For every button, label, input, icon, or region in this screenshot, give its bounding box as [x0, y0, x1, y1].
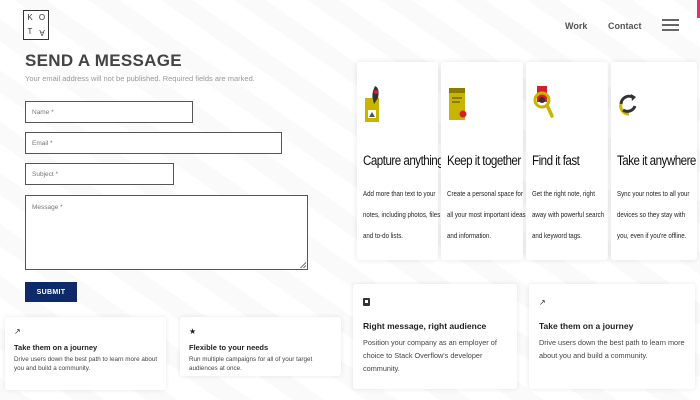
nav-work-link[interactable]: Work [565, 21, 587, 31]
star-icon: ★ [189, 327, 197, 336]
name-placeholder: Name * [32, 109, 54, 116]
card-desc: Position your company as an employer of … [363, 338, 497, 373]
email-input[interactable]: Email * [25, 132, 282, 154]
trending-up-icon: ↗ [539, 298, 546, 307]
form-title: SEND A MESSAGE [25, 51, 182, 70]
feature-desc: Add more than text to your notes, includ… [363, 189, 441, 240]
hamburger-icon[interactable] [662, 19, 679, 32]
form-note: Your email address will not be published… [25, 74, 255, 83]
name-input[interactable]: Name * [25, 101, 193, 123]
info-card-flexible: ★ Flexible to your needs Run multiple ca… [180, 317, 341, 376]
feature-desc: Sync your notes to all your devices so t… [617, 189, 690, 240]
card-title: Right message, right audience [363, 321, 487, 331]
subject-input[interactable]: Subject * [25, 163, 174, 185]
logo-letter: T [27, 27, 33, 36]
card-title: Take them on a journey [14, 343, 98, 352]
chat-square-icon [363, 298, 370, 308]
feature-card-anywhere: Take it anywhere Sync your notes to all … [611, 62, 697, 260]
trending-up-icon: ↗ [14, 327, 21, 336]
card-desc: Drive users down the best path to learn … [14, 356, 158, 372]
info-card-journey-right: ↗ Take them on a journey Drive users dow… [529, 284, 695, 389]
feature-desc: Get the right note, right away with powe… [532, 189, 605, 240]
message-textarea[interactable]: Message * [25, 195, 308, 270]
feature-card-find: Find it fast Get the right note, right a… [526, 62, 608, 260]
email-placeholder: Email * [32, 140, 53, 147]
card-desc: Drive users down the best path to learn … [539, 338, 685, 360]
feature-title: Take it anywhere [617, 153, 696, 168]
search-magnifier-icon [533, 86, 554, 118]
message-placeholder: Message * [32, 204, 63, 211]
feature-title: Keep it together [447, 153, 521, 168]
feature-card-capture: Capture anything Add more than text to y… [357, 62, 444, 260]
sync-icon [619, 94, 637, 116]
elephant-note-icon [365, 86, 379, 122]
card-desc: Run multiple campaigns for all of your t… [189, 356, 313, 372]
nav-contact-link[interactable]: Contact [608, 21, 642, 31]
submit-button[interactable]: SUBMIT [25, 282, 77, 302]
info-card-right-message: Right message, right audience Position y… [353, 284, 517, 389]
logo-letter: A [39, 28, 45, 37]
feature-desc: Create a personal space for all your mos… [447, 189, 526, 240]
card-title: Take them on a journey [539, 321, 634, 331]
notebook-icon [449, 88, 467, 120]
logo-letter: O [38, 13, 46, 22]
subject-placeholder: Subject * [32, 171, 59, 178]
kota-logo[interactable]: K O T A [23, 10, 49, 40]
feature-title: Capture anything [363, 153, 444, 168]
feature-card-together: Keep it together Create a personal space… [441, 62, 526, 260]
card-title: Flexible to your needs [189, 343, 269, 352]
logo-letter: K [27, 13, 33, 22]
info-card-journey-left: ↗ Take them on a journey Drive users dow… [5, 317, 166, 390]
feature-title: Find it fast [532, 153, 580, 168]
resize-handle-icon[interactable] [300, 262, 306, 268]
